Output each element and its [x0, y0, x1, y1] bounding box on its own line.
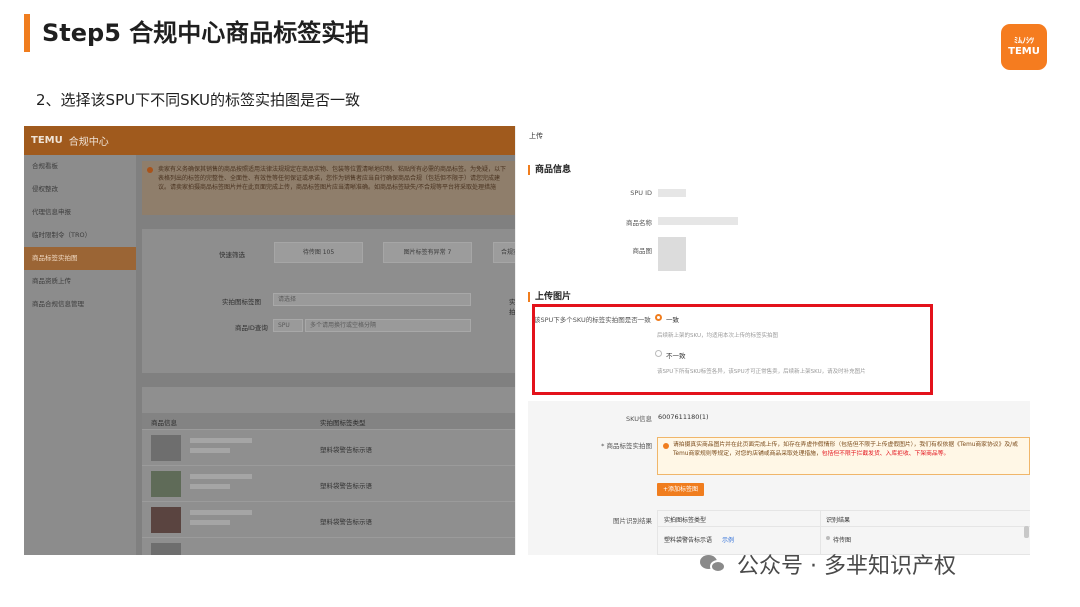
row-result: 待传图 — [833, 537, 852, 544]
sku-info-label: SKU信息 — [626, 415, 652, 423]
col-label-type: 实拍图标签类型 — [664, 517, 707, 524]
chip-compliant[interactable]: 合规实拍 — [493, 242, 515, 263]
dialog-title: 上传 — [529, 132, 543, 140]
step-subtitle: 2、选择该SPU下不同SKU的标签实拍图是否一致 — [36, 91, 361, 109]
upload-section: 上传图片 — [528, 292, 571, 302]
logo-glyphs: ﾐﾑﾉｼﾂ — [1014, 36, 1034, 45]
example-link[interactable]: 示例 — [722, 535, 734, 544]
table-row[interactable] — [142, 537, 515, 555]
col-recognition-result: 识别结果 — [826, 517, 851, 524]
compliance-center-screenshot: TEMU 合规中心 合规看板 侵权整改 代理信息申报 临时限制令（TRO） 商品… — [24, 126, 515, 555]
add-label-image-button[interactable]: +添加标签图 — [657, 483, 704, 496]
col-label-type: 实拍图标签类型 — [320, 419, 366, 427]
blurred-text — [190, 520, 230, 525]
wechat-icon — [700, 553, 728, 575]
chip-abnormal[interactable]: 图片标签有异常 7 — [383, 242, 472, 263]
table-row[interactable]: 塑料袋警告标示语 — [142, 465, 515, 501]
app-title: 合规中心 — [68, 137, 109, 148]
sidebar-item-qualification[interactable]: 商品资质上传 — [24, 270, 136, 293]
product-image-label: 商品图 — [632, 247, 653, 255]
sidebar-item-label-photo[interactable]: 商品标签实拍图 — [24, 247, 136, 270]
blurred-text — [190, 448, 230, 453]
blurred-spu-id — [658, 189, 686, 197]
highlight-box — [532, 304, 933, 395]
col-product-info: 商品信息 — [151, 419, 177, 427]
warning-red-text: 包括但不限于拦截发货、入库拒收、下架商品等。 — [821, 451, 950, 457]
row-label-type: 塑料袋警告标示语 — [320, 518, 372, 526]
table-row[interactable]: 塑料袋警告标示语 — [142, 429, 515, 465]
chip-pending[interactable]: 待传图 105 — [274, 242, 363, 263]
blurred-text — [190, 438, 252, 443]
row-label-type: 塑料袋警告标示语 — [664, 537, 713, 544]
product-image — [658, 237, 686, 271]
warning-icon — [663, 443, 669, 449]
warning-banner: 请拍摄真实商品图片并在此页面完成上传，如存在弄虚作假情形（包括但不限于上传虚假图… — [657, 437, 1030, 475]
watermark-text: 公众号 · 多芈知识产权 — [737, 554, 956, 579]
blurred-text — [190, 474, 252, 479]
table-row[interactable]: 塑料袋警告标示语 — [142, 501, 515, 537]
spu-id-label: SPU ID — [630, 189, 652, 197]
sidebar-item-compliance-info[interactable]: 商品合规信息管理 — [24, 293, 136, 316]
product-thumbnail — [151, 543, 181, 555]
blurred-text — [190, 484, 230, 489]
sidebar-item-dashboard[interactable]: 合规看板 — [24, 155, 136, 178]
blurred-text — [190, 510, 252, 515]
product-name-label: 商品名称 — [626, 219, 652, 227]
temu-logo: ﾐﾑﾉｼﾂ TEMU — [1001, 24, 1047, 70]
scrollbar-thumb[interactable] — [1024, 526, 1029, 538]
product-table: 商品信息 实拍图标签类型 塑料袋警告标示语 塑料袋警告标示语 塑料袋警告标示语 — [142, 387, 515, 555]
sidebar-item-agent-info[interactable]: 代理信息申报 — [24, 201, 136, 224]
row-label-type: 塑料袋警告标示语 — [320, 446, 372, 454]
spu-select[interactable]: SPU — [273, 319, 303, 332]
sidebar-item-tro[interactable]: 临时限制令（TRO） — [24, 224, 136, 247]
status-dot — [826, 536, 830, 540]
product-id-field-label: 商品ID查询 — [235, 324, 268, 332]
label-type-field-label: 实拍图标签图 — [222, 298, 261, 306]
app-topbar: TEMU 合规中心 — [24, 126, 515, 155]
quick-filter-label: 快速筛选 — [219, 251, 245, 259]
sidebar: 合规看板 侵权整改 代理信息申报 临时限制令（TRO） 商品标签实拍图 商品资质… — [24, 155, 136, 555]
main-panel: 卖家有义务确保其销售的商品按照适用法律法规规定在商品实物、包装等位置清晰地印制、… — [136, 155, 515, 555]
product-info-section: 商品信息 — [528, 165, 571, 175]
product-thumbnail — [151, 507, 181, 533]
logo-text: TEMU — [1008, 46, 1040, 57]
product-thumbnail — [151, 471, 181, 497]
wechat-watermark: 公众号 · 多芈知识产权 — [700, 548, 956, 580]
recognition-result-label: 图片识别结果 — [613, 517, 652, 525]
brand-logo: TEMU — [31, 135, 63, 146]
sidebar-item-infringement[interactable]: 侵权整改 — [24, 178, 136, 201]
sku-value: 6007611180(1) — [658, 413, 709, 421]
product-thumbnail — [151, 435, 181, 461]
filter-panel: 快速筛选 待传图 105 图片标签有异常 7 合规实拍 实拍图标签图 请选择 实… — [142, 229, 515, 373]
row-label-type: 塑料袋警告标示语 — [320, 482, 372, 490]
label-type-select[interactable]: 请选择 — [273, 293, 471, 306]
spu-input[interactable]: 多个请用换行或空格分隔 — [305, 319, 471, 332]
notice-banner: 卖家有义务确保其销售的商品按照适用法律法规规定在商品实物、包装等位置清晰地印制、… — [142, 161, 515, 215]
blurred-product-name — [658, 217, 738, 225]
tag-photo-label: * 商品标签实拍图 — [601, 442, 652, 450]
title-accent-bar — [24, 14, 30, 52]
table-header: 商品信息 实拍图标签类型 — [142, 413, 515, 429]
upload-dialog-screenshot: 上传 商品信息 SPU ID 商品名称 商品图 上传图片 该SPU下多个SKU的… — [515, 126, 1030, 555]
notice-text: 卖家有义务确保其销售的商品按照适用法律法规规定在商品实物、包装等位置清晰地印制、… — [158, 166, 507, 191]
info-icon — [147, 167, 153, 173]
page-title: Step5 合规中心商品标签实拍 — [42, 19, 370, 47]
